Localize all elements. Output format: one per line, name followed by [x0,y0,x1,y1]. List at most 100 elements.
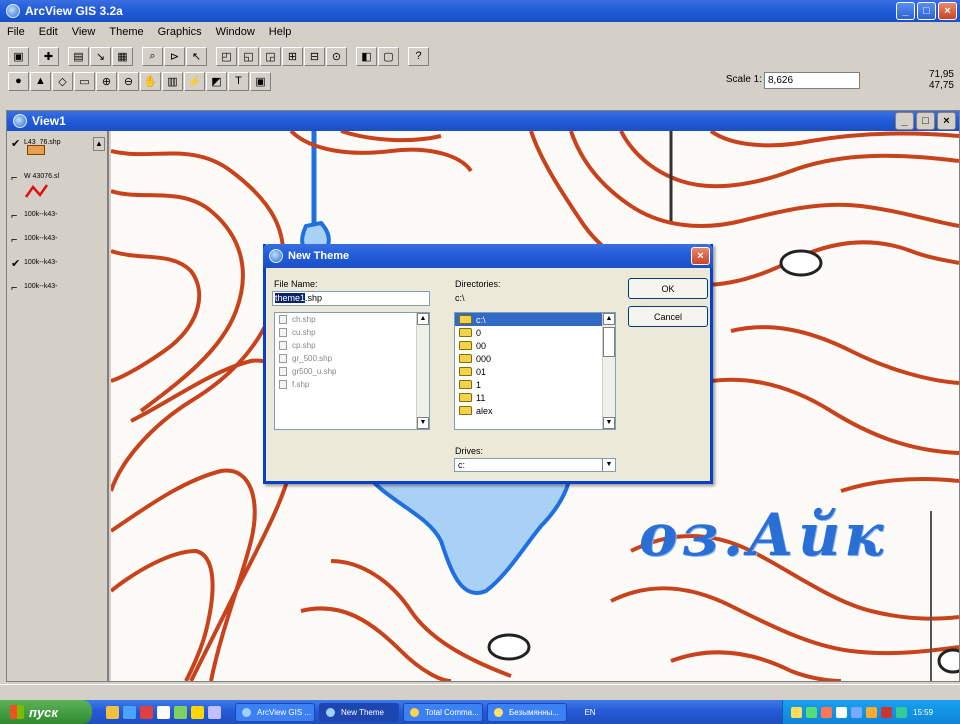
menu-graphics[interactable]: Graphics [157,26,203,38]
theme-properties-icon[interactable]: ▤ [68,46,89,66]
toc-theme-3[interactable]: ⌐ 100k--k43- [11,211,57,235]
draw-tool-icon[interactable]: ▣ [250,71,271,91]
quick-launch-app-icon[interactable] [140,705,153,719]
scroll-down-arrow-icon[interactable]: ▼ [603,417,615,429]
toc-theme-5[interactable]: ✔ 100k--k43- [11,259,57,283]
tray-icon[interactable] [821,706,832,718]
zoom-full-icon[interactable]: ◰ [216,46,237,66]
theme-5-checkbox[interactable]: ✔ [11,259,21,270]
pointer-icon[interactable]: ▲ [30,71,51,91]
hotlink-icon[interactable]: ⚡ [184,71,205,91]
file-list-item[interactable]: gr_500.shp [275,352,429,365]
file-name-input[interactable]: theme1.shp [272,291,430,306]
measure-icon[interactable]: ▥ [162,71,183,91]
zoom-out-icon[interactable]: ⊟ [304,46,325,66]
quick-launch-explorer-icon[interactable] [191,705,204,719]
scroll-up-arrow-icon[interactable]: ▲ [603,313,615,325]
directory-item[interactable]: 1 [455,378,615,391]
directory-item[interactable]: 01 [455,365,615,378]
zoom-active-icon[interactable]: ◱ [238,46,259,66]
tray-icon[interactable] [836,706,847,718]
tray-icon[interactable] [791,706,802,718]
view-titlebar[interactable]: View1 _ □ × [7,111,959,131]
zoom-previous-icon[interactable]: ⊙ [326,46,347,66]
view-close-button[interactable]: × [937,112,956,130]
scroll-thumb[interactable] [603,327,615,357]
directory-item[interactable]: 0 [455,326,615,339]
menu-help[interactable]: Help [268,26,293,38]
add-theme-icon[interactable]: ✚ [38,46,59,66]
task-new-theme[interactable]: New Theme [319,702,399,722]
tray-icon[interactable] [806,706,817,718]
tray-icon[interactable] [896,706,907,718]
drives-select[interactable]: c: ▼ [454,458,616,472]
directory-list-scrollbar[interactable]: ▲ ▼ [602,313,615,429]
quick-launch-tool-icon[interactable] [174,705,187,719]
menu-file[interactable]: File [6,26,26,38]
help-icon[interactable]: ? [408,46,429,66]
file-list-item[interactable]: ch.shp [275,313,429,326]
file-list[interactable]: ch.shp cu.shp cp.shp gr_500.shp gr500_u.… [274,312,430,430]
toc-theme-4[interactable]: ⌐ 100k--k43- [11,235,57,259]
view-minimize-button[interactable]: _ [895,112,914,130]
close-button[interactable]: × [938,2,957,20]
maximize-button[interactable]: □ [917,2,936,20]
file-list-item[interactable]: cp.shp [275,339,429,352]
area-select-icon[interactable]: ◩ [206,71,227,91]
file-list-item[interactable]: f.shp [275,378,429,391]
vertex-edit-icon[interactable]: ◇ [52,71,73,91]
quick-launch-desktop-icon[interactable] [208,705,221,719]
task-arcview[interactable]: ArcView GIS ... [235,702,315,722]
start-button[interactable]: пуск [0,700,92,724]
file-list-scrollbar[interactable]: ▲ ▼ [416,313,429,429]
scroll-down-arrow-icon[interactable]: ▼ [417,417,429,429]
open-table-icon[interactable]: ▦ [112,46,133,66]
theme-2-checkbox[interactable]: ⌐ [11,173,21,184]
tray-icon[interactable] [866,706,877,718]
select-feature-icon[interactable]: ▭ [74,71,95,91]
quick-launch-notepad-icon[interactable] [157,705,170,719]
dropdown-arrow-icon[interactable]: ▼ [602,459,615,471]
dialog-titlebar[interactable]: New Theme × [263,244,713,268]
ok-button[interactable]: OK [628,278,708,299]
pan-icon[interactable]: ✋ [140,71,161,91]
menu-window[interactable]: Window [215,26,256,38]
minimize-button[interactable]: _ [896,2,915,20]
file-list-item[interactable]: gr500_u.shp [275,365,429,378]
theme-3-checkbox[interactable]: ⌐ [11,211,21,222]
toc-theme-6[interactable]: ⌐ 100k--k43- [11,283,57,307]
quick-launch-browser-icon[interactable] [123,705,136,719]
directory-item[interactable]: 00 [455,339,615,352]
toc-scroll-up-icon[interactable]: ▲ [93,137,105,151]
directory-item[interactable]: c:\ [455,313,615,326]
menu-theme[interactable]: Theme [108,26,144,38]
locate-icon[interactable]: ⊳ [164,46,185,66]
file-list-item[interactable]: cu.shp [275,326,429,339]
find-icon[interactable]: ⌕ [142,46,163,66]
clear-selection-icon[interactable]: ▢ [378,46,399,66]
select-features-icon[interactable]: ◧ [356,46,377,66]
directory-item[interactable]: alex [455,404,615,417]
menu-edit[interactable]: Edit [38,26,59,38]
identify-icon[interactable]: ● [8,71,29,91]
tray-icon[interactable] [851,706,862,718]
task-untitled[interactable]: Безымянны... [487,702,567,722]
cancel-button[interactable]: Cancel [628,306,708,327]
tray-icon[interactable] [881,706,892,718]
directory-item[interactable]: 000 [455,352,615,365]
zoom-selected-icon[interactable]: ◲ [260,46,281,66]
menu-view[interactable]: View [71,26,97,38]
scroll-up-arrow-icon[interactable]: ▲ [417,313,429,325]
language-indicator[interactable]: EN [577,704,603,720]
zoom-out-tool-icon[interactable]: ⊖ [118,71,139,91]
zoom-in-tool-icon[interactable]: ⊕ [96,71,117,91]
directory-list[interactable]: c:\ 0 00 000 01 1 11 alex ▲ ▼ [454,312,616,430]
directory-item[interactable]: 11 [455,391,615,404]
quick-launch-folder-icon[interactable] [106,705,119,719]
save-icon[interactable]: ▣ [8,46,29,66]
edit-legend-icon[interactable]: ↘ [90,46,111,66]
view-maximize-button[interactable]: □ [916,112,935,130]
query-icon[interactable]: ↖ [186,46,207,66]
zoom-in-icon[interactable]: ⊞ [282,46,303,66]
task-total-commander[interactable]: Total Comma... [403,702,483,722]
